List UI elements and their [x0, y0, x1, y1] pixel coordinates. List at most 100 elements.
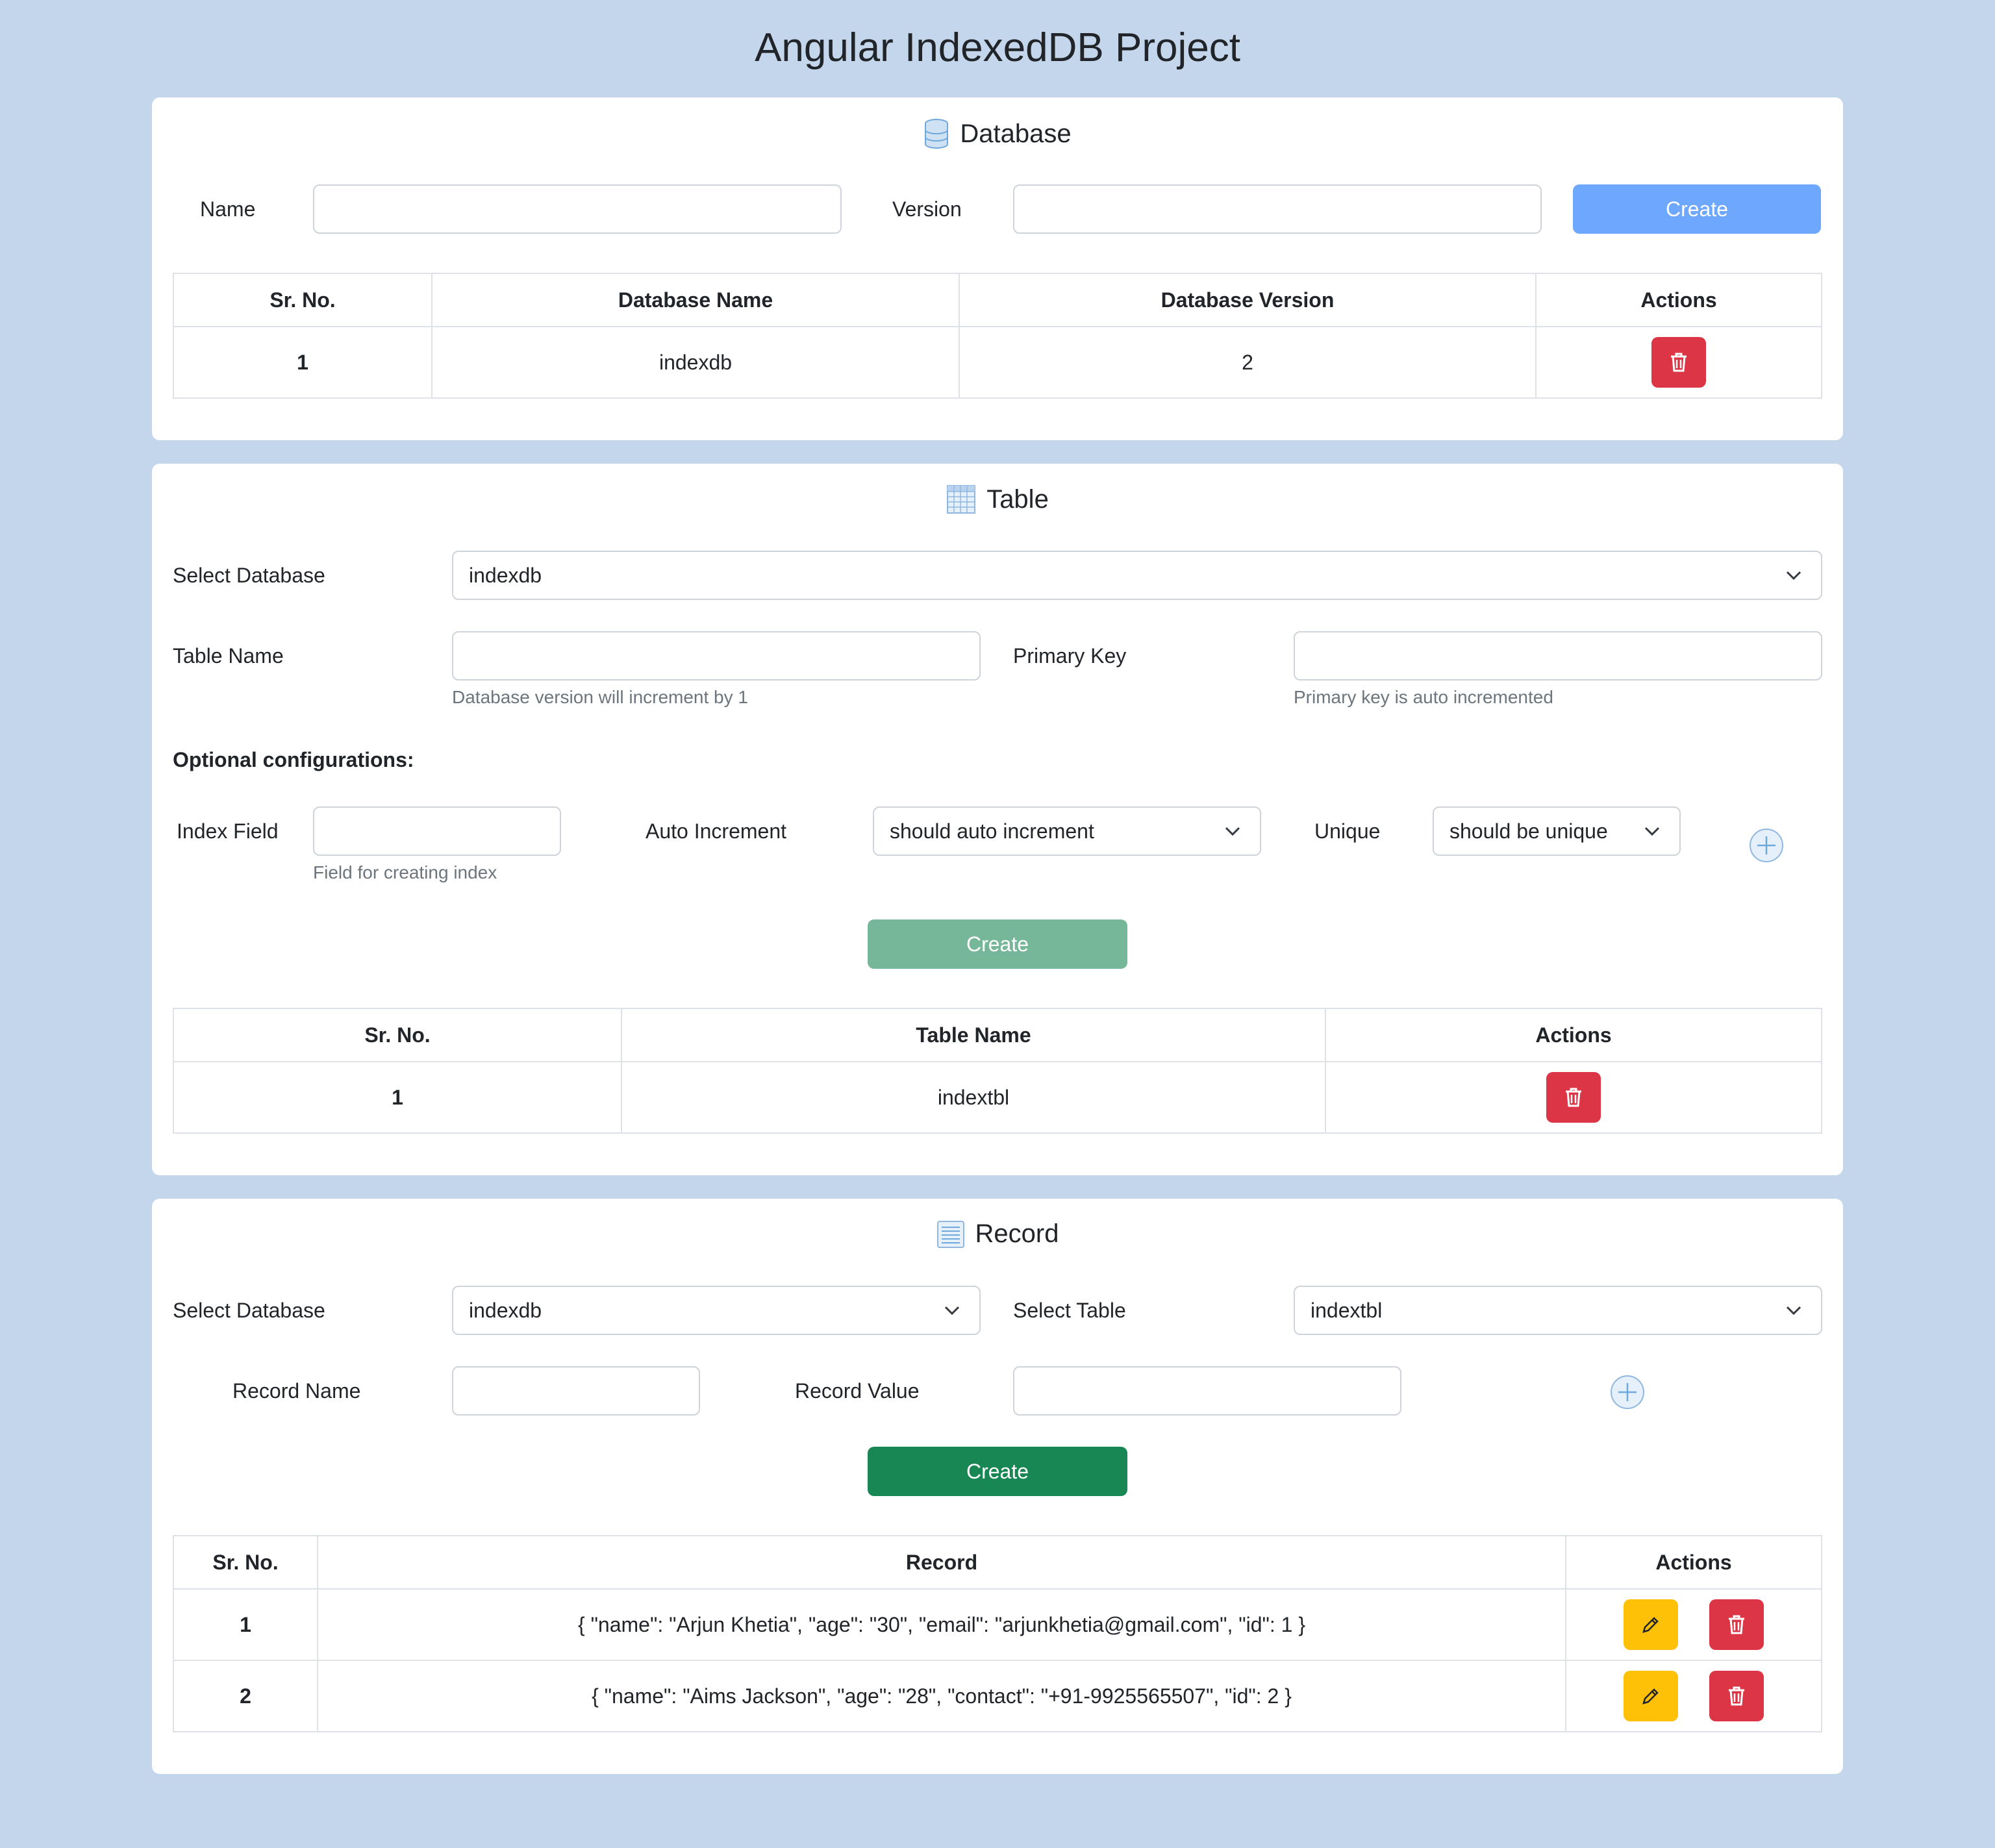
select-database-label: Select Database	[173, 564, 325, 587]
select-database-value: indexdb	[469, 563, 542, 587]
add-field-icon[interactable]	[1609, 1374, 1646, 1410]
col-actions: Actions	[1325, 1008, 1822, 1062]
database-name-label: Name	[200, 197, 256, 221]
edit-record-button[interactable]	[1623, 1671, 1678, 1721]
add-index-icon[interactable]	[1748, 827, 1785, 864]
table-name-hint: Database version will increment by 1	[452, 687, 748, 707]
record-name-input[interactable]	[452, 1366, 700, 1416]
col-actions: Actions	[1565, 1535, 1822, 1590]
record-select-database-value: indexdb	[469, 1298, 542, 1322]
create-database-button[interactable]: Create	[1573, 184, 1821, 234]
trash-icon	[1566, 1088, 1581, 1107]
chevron-down-icon	[944, 1306, 960, 1316]
database-name-input[interactable]	[313, 184, 842, 234]
record-select-database-label: Select Database	[173, 1299, 325, 1322]
table-row: 1 indexdb 2	[173, 326, 1822, 399]
trash-icon	[1729, 1615, 1745, 1634]
edit-record-button[interactable]	[1623, 1599, 1678, 1650]
unique-dropdown[interactable]: should be unique	[1433, 806, 1681, 856]
col-database-version: Database Version	[959, 273, 1537, 327]
auto-increment-value: should auto increment	[890, 819, 1094, 843]
cell-database-version: 2	[959, 326, 1537, 399]
delete-table-button[interactable]	[1546, 1072, 1601, 1123]
index-field-input[interactable]	[313, 806, 561, 856]
chevron-down-icon	[1225, 827, 1240, 836]
trash-icon	[1671, 353, 1687, 372]
record-name-label: Record Name	[232, 1379, 361, 1403]
tables-table: Sr. No. Table Name Actions 1 indextbl	[173, 1008, 1822, 1134]
database-card-title: Database	[152, 118, 1843, 149]
trash-icon	[1729, 1686, 1745, 1706]
table-row: 2 { "name": "Aims Jackson", "age": "28",…	[173, 1660, 1822, 1732]
col-actions: Actions	[1535, 273, 1822, 327]
record-value-label: Record Value	[795, 1379, 920, 1403]
col-sr-no: Sr. No.	[173, 1008, 622, 1062]
record-value-input[interactable]	[1013, 1366, 1401, 1416]
col-record: Record	[317, 1535, 1566, 1590]
table-name-label: Table Name	[173, 644, 284, 668]
table-card: Table Select Database indexdb Table Name…	[152, 464, 1843, 1175]
optional-config-label: Optional configurations:	[173, 748, 414, 771]
cell-actions	[1565, 1660, 1822, 1732]
table-card-title: Table	[152, 484, 1843, 514]
chevron-down-icon	[1786, 571, 1801, 581]
unique-label: Unique	[1314, 819, 1381, 843]
select-table-label: Select Table	[1013, 1299, 1126, 1322]
table-header-row: Sr. No. Record Actions	[173, 1535, 1822, 1590]
col-table-name: Table Name	[621, 1008, 1326, 1062]
chevron-down-icon	[1644, 827, 1660, 836]
table-icon	[947, 485, 976, 514]
cell-record: { "name": "Aims Jackson", "age": "28", "…	[317, 1660, 1566, 1732]
col-database-name: Database Name	[431, 273, 960, 327]
cell-record: { "name": "Arjun Khetia", "age": "30", "…	[317, 1588, 1566, 1661]
delete-record-button[interactable]	[1709, 1671, 1764, 1721]
database-table: Sr. No. Database Name Database Version A…	[173, 273, 1822, 399]
database-version-label: Version	[892, 197, 962, 221]
index-field-hint: Field for creating index	[313, 862, 497, 882]
pencil-icon	[1642, 1617, 1659, 1633]
table-header-row: Sr. No. Database Name Database Version A…	[173, 273, 1822, 327]
col-sr-no: Sr. No.	[173, 1535, 318, 1590]
table-title-text: Table	[986, 484, 1049, 514]
record-card-title: Record	[152, 1219, 1843, 1249]
create-table-button[interactable]: Create	[868, 919, 1127, 969]
select-table-value: indextbl	[1311, 1298, 1383, 1322]
auto-increment-dropdown[interactable]: should auto increment	[873, 806, 1261, 856]
database-icon	[925, 119, 949, 149]
index-field-label: Index Field	[177, 819, 279, 843]
table-row: 1 indextbl	[173, 1061, 1822, 1134]
record-select-database-dropdown[interactable]: indexdb	[452, 1286, 981, 1335]
table-header-row: Sr. No. Table Name Actions	[173, 1008, 1822, 1062]
record-card: Record Select Database indexdb Select Ta…	[152, 1199, 1843, 1774]
cell-database-name: indexdb	[431, 326, 960, 399]
page-title: Angular IndexedDB Project	[755, 25, 1240, 70]
cell-sr-no: 1	[173, 1061, 622, 1134]
chevron-down-icon	[1786, 1306, 1801, 1316]
table-row: 1 { "name": "Arjun Khetia", "age": "30",…	[173, 1588, 1822, 1661]
table-name-input[interactable]	[452, 631, 981, 681]
cell-table-name: indextbl	[621, 1061, 1326, 1134]
delete-record-button[interactable]	[1709, 1599, 1764, 1650]
col-sr-no: Sr. No.	[173, 273, 433, 327]
record-title-text: Record	[975, 1219, 1059, 1248]
auto-increment-label: Auto Increment	[646, 819, 786, 843]
primary-key-label: Primary Key	[1013, 644, 1127, 668]
database-title-text: Database	[960, 119, 1072, 148]
cell-sr-no: 2	[173, 1660, 318, 1732]
pencil-icon	[1642, 1688, 1659, 1704]
select-database-dropdown[interactable]: indexdb	[452, 551, 1822, 600]
cell-actions	[1565, 1588, 1822, 1661]
create-record-button[interactable]: Create	[868, 1447, 1127, 1496]
primary-key-input[interactable]	[1294, 631, 1822, 681]
cell-sr-no: 1	[173, 1588, 318, 1661]
select-table-dropdown[interactable]: indextbl	[1294, 1286, 1822, 1335]
primary-key-hint: Primary key is auto incremented	[1294, 687, 1553, 707]
database-version-input[interactable]	[1013, 184, 1542, 234]
list-icon	[936, 1220, 964, 1248]
cell-sr-no: 1	[173, 326, 433, 399]
cell-actions	[1535, 326, 1822, 399]
delete-database-button[interactable]	[1651, 337, 1706, 388]
cell-actions	[1325, 1061, 1822, 1134]
unique-value: should be unique	[1449, 819, 1608, 843]
records-table: Sr. No. Record Actions 1 { "name": "Arju…	[173, 1535, 1822, 1732]
